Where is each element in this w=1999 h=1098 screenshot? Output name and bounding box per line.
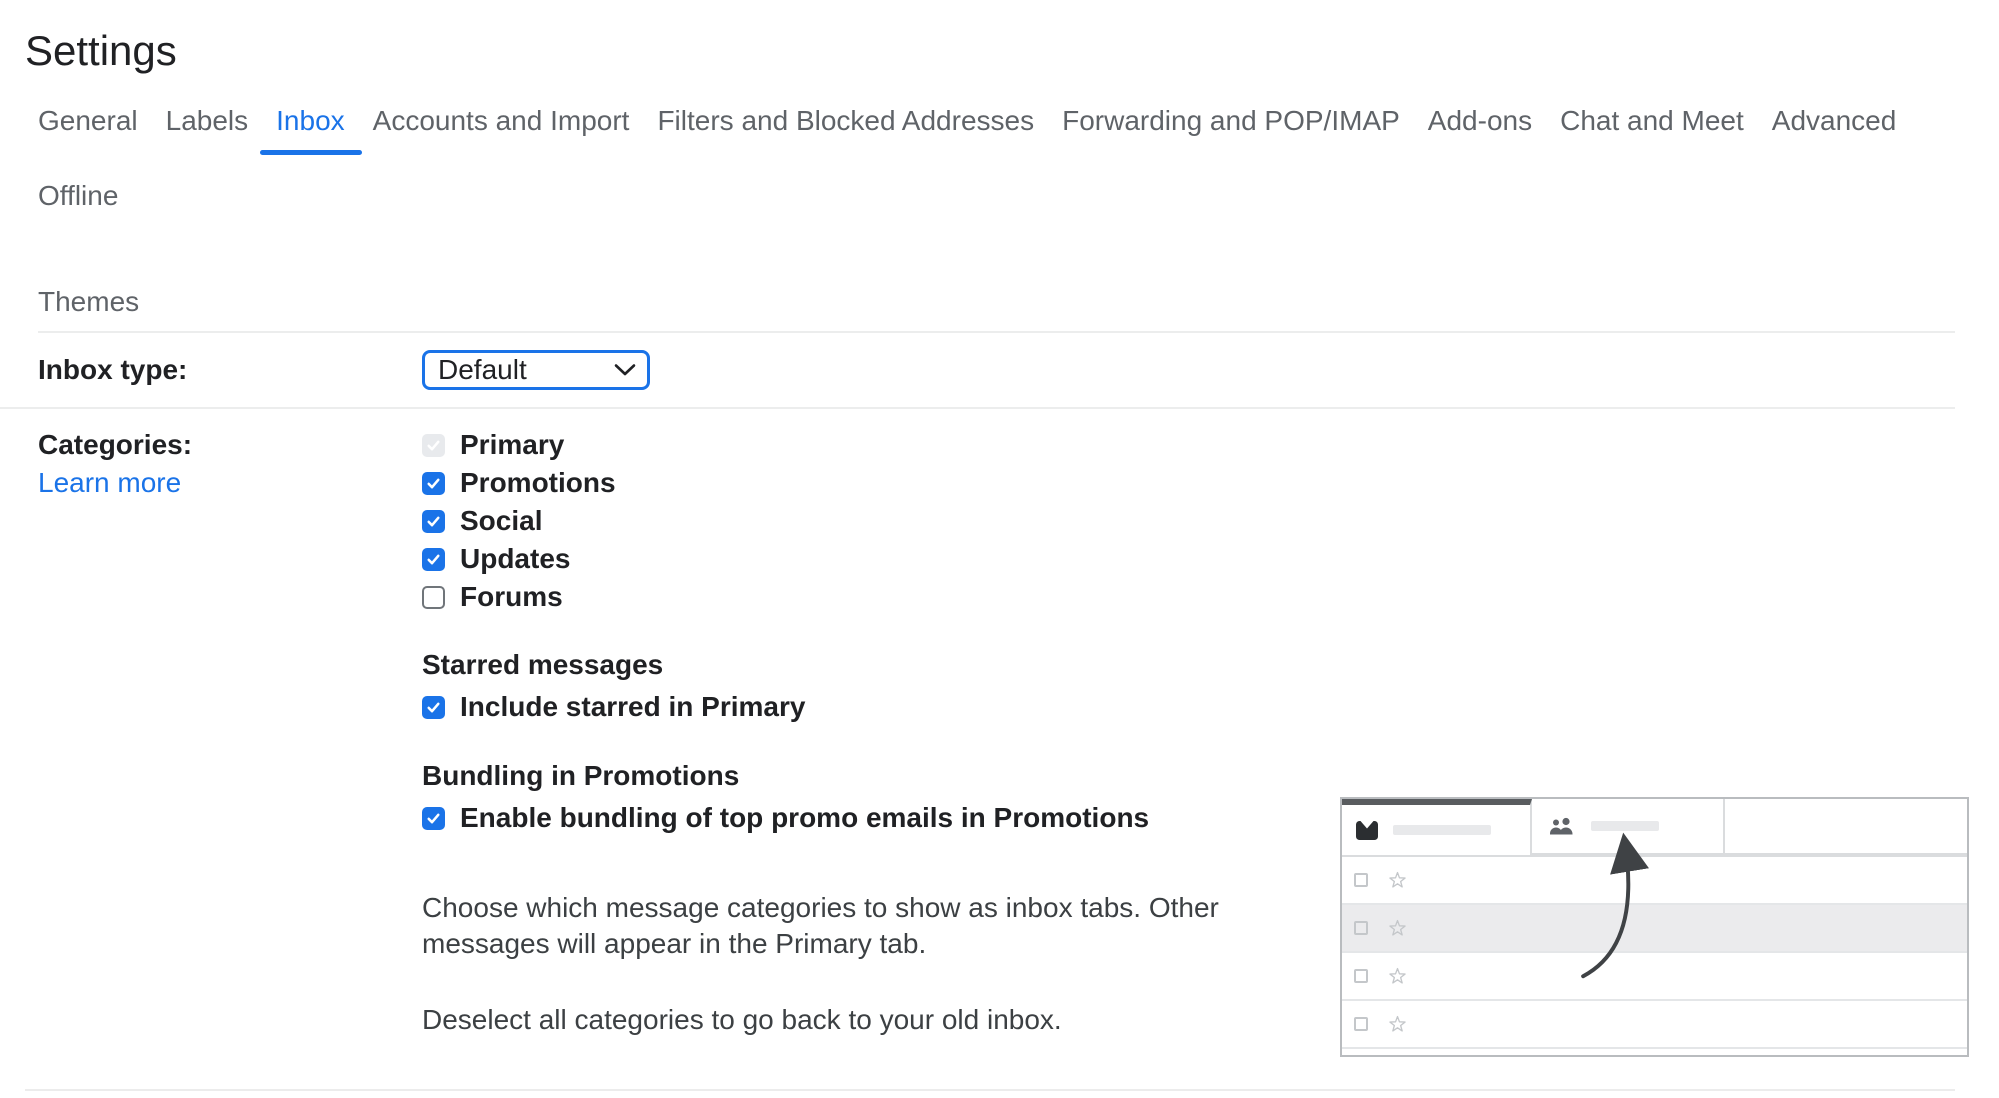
category-option-row: Primary	[422, 426, 1302, 464]
category-social-checkbox[interactable]	[422, 510, 445, 533]
tab-forwarding-and-pop-imap[interactable]: Forwarding and POP/IMAP	[1062, 99, 1400, 143]
category-promotions-label[interactable]: Promotions	[460, 467, 616, 499]
inbox-tabs-illustration	[1340, 797, 1969, 1057]
category-forums-checkbox[interactable]	[422, 586, 445, 609]
enable-bundling-label[interactable]: Enable bundling of top promo emails in P…	[460, 802, 1149, 834]
checkbox-outline-icon	[1354, 1017, 1368, 1031]
illustration-email-row	[1342, 857, 1967, 905]
placeholder-bar	[1591, 821, 1659, 831]
category-option-row: Updates	[422, 540, 1302, 578]
enable-bundling-checkbox[interactable]	[422, 807, 445, 830]
chevron-down-icon	[613, 363, 637, 377]
category-updates-checkbox[interactable]	[422, 548, 445, 571]
category-checkbox-list: Primary Promotions Social Updates Forums	[422, 426, 1302, 616]
category-option-row: Promotions	[422, 464, 1302, 502]
tab-inbox[interactable]: Inbox	[276, 99, 345, 143]
category-forums-label[interactable]: Forums	[460, 581, 563, 613]
star-icon	[1388, 1015, 1407, 1034]
inbox-type-row: Inbox type: Default	[0, 333, 1955, 409]
checkbox-outline-icon	[1354, 873, 1368, 887]
category-primary-checkbox[interactable]	[422, 434, 445, 457]
star-icon	[1388, 919, 1407, 938]
bundling-heading: Bundling in Promotions	[422, 762, 1302, 790]
categories-description: Choose which message categories to show …	[422, 890, 1302, 962]
illustration-social-tab	[1532, 799, 1725, 855]
illustration-email-row	[1342, 905, 1967, 953]
inbox-type-selected-value: Default	[438, 354, 527, 386]
illustration-email-row	[1342, 953, 1967, 1001]
starred-messages-heading: Starred messages	[422, 651, 1302, 679]
include-starred-in-primary-label[interactable]: Include starred in Primary	[460, 691, 805, 723]
old-inbox-note: Deselect all categories to go back to yo…	[422, 1002, 1302, 1038]
category-option-row: Forums	[422, 578, 1302, 616]
include-starred-in-primary-checkbox[interactable]	[422, 696, 445, 719]
category-updates-label[interactable]: Updates	[460, 543, 570, 575]
illustration-tab-bar	[1342, 799, 1967, 855]
gmail-settings-page: Settings General Labels Inbox Accounts and …	[0, 0, 1999, 1098]
page-title: Settings	[25, 26, 1999, 76]
tab-offline[interactable]: Offline	[38, 174, 118, 218]
settings-tab-bar: General Labels Inbox Accounts and Import Fil…	[38, 99, 1969, 324]
tab-accounts-and-import[interactable]: Accounts and Import	[373, 99, 630, 143]
star-icon	[1388, 967, 1407, 986]
category-option-row: Social	[422, 502, 1302, 540]
starred-option-row: Include starred in Primary	[422, 692, 1302, 722]
inbox-icon	[1355, 819, 1379, 842]
placeholder-bar	[1393, 825, 1491, 835]
checkbox-outline-icon	[1354, 969, 1368, 983]
tab-general[interactable]: General	[38, 99, 138, 143]
illustration-primary-tab	[1342, 799, 1532, 855]
tab-labels[interactable]: Labels	[166, 99, 249, 143]
tab-filters-and-blocked-addresses[interactable]: Filters and Blocked Addresses	[657, 99, 1034, 143]
category-primary-label[interactable]: Primary	[460, 429, 564, 461]
inbox-type-select[interactable]: Default	[422, 350, 650, 390]
illustration-tab-bar-filler	[1725, 799, 1967, 855]
divider	[25, 1089, 1955, 1091]
star-icon	[1388, 871, 1407, 890]
checkbox-outline-icon	[1354, 921, 1368, 935]
category-social-label[interactable]: Social	[460, 505, 542, 537]
bundling-option-row: Enable bundling of top promo emails in P…	[422, 803, 1302, 833]
illustration-email-list	[1342, 855, 1967, 1049]
people-icon	[1547, 815, 1575, 837]
category-promotions-checkbox[interactable]	[422, 472, 445, 495]
inbox-type-label: Inbox type:	[38, 354, 187, 385]
tab-chat-and-meet[interactable]: Chat and Meet	[1560, 99, 1744, 143]
learn-more-link[interactable]: Learn more	[38, 464, 181, 502]
tab-add-ons[interactable]: Add-ons	[1428, 99, 1532, 143]
categories-label: Categories:	[38, 426, 422, 464]
tab-themes[interactable]: Themes	[38, 280, 139, 324]
illustration-email-row	[1342, 1001, 1967, 1049]
tab-advanced[interactable]: Advanced	[1772, 99, 1897, 143]
